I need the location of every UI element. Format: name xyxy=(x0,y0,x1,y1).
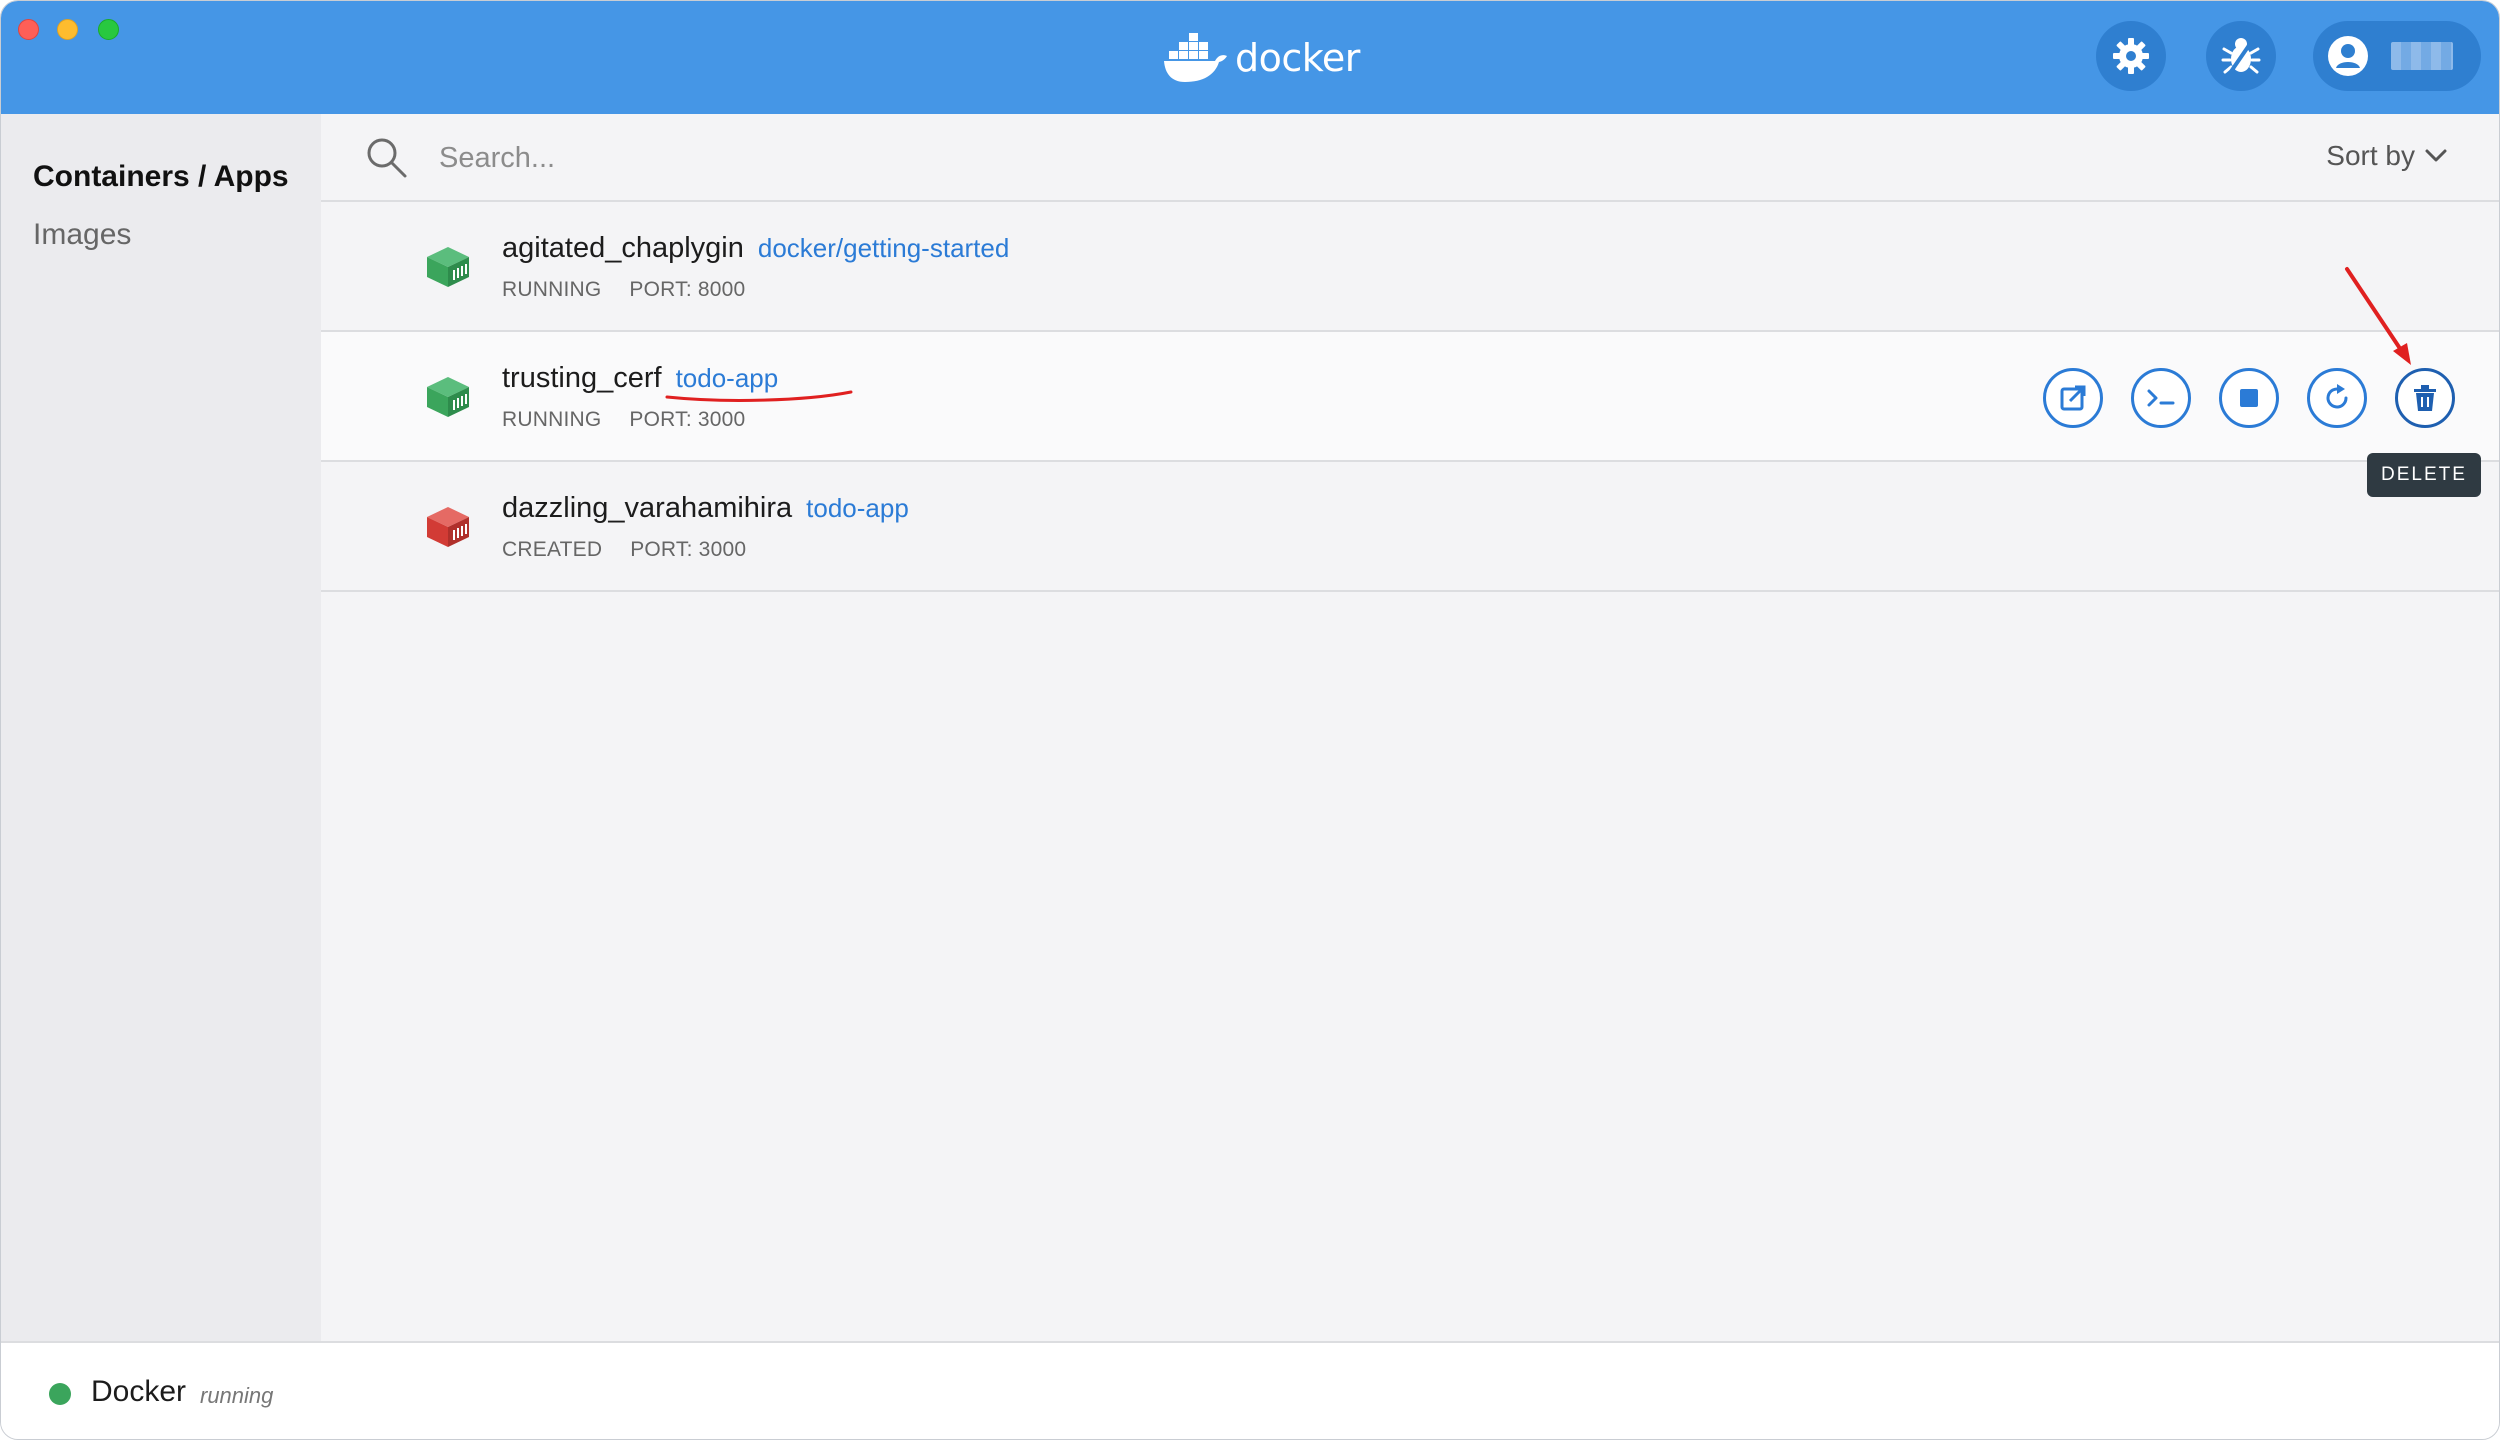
container-meta: CREATED PORT: 3000 xyxy=(502,538,746,562)
container-running-icon xyxy=(427,377,469,417)
open-in-browser-icon xyxy=(2060,385,2086,411)
gear-icon xyxy=(2113,38,2149,74)
container-status: CREATED xyxy=(502,538,603,561)
container-port: PORT: 8000 xyxy=(629,278,746,301)
sort-by-label: Sort by xyxy=(2326,140,2415,171)
container-name-text: trusting_cerf xyxy=(502,362,662,394)
docker-desktop-window: docker Containers / Apps Images Search..… xyxy=(0,0,2500,1440)
annotation-arrow xyxy=(2345,267,2411,365)
delete-button[interactable] xyxy=(2395,368,2455,428)
container-name: dazzling_varahamihira todo-app xyxy=(502,492,909,525)
troubleshoot-button[interactable] xyxy=(2206,21,2276,91)
docker-logo: docker xyxy=(1163,31,1360,85)
container-meta: RUNNING PORT: 3000 xyxy=(502,408,745,432)
container-name-text: dazzling_varahamihira xyxy=(502,492,793,524)
restart-button[interactable] xyxy=(2307,368,2367,428)
account-name-redacted xyxy=(2391,42,2453,70)
main-content: Sort by agitated_chaplygin docker/getting… xyxy=(321,114,2499,1341)
container-name-text: agitated_chaplygin xyxy=(502,232,744,264)
stop-button[interactable] xyxy=(2219,368,2279,428)
container-image-link[interactable]: docker/getting-started xyxy=(758,233,1009,263)
container-created-icon xyxy=(427,507,469,547)
container-name: agitated_chaplygin docker/getting-started xyxy=(502,232,1009,265)
title-bar: docker xyxy=(1,1,2499,114)
docker-status-indicator xyxy=(49,1383,71,1405)
container-row-dazzling-varahamihira[interactable]: dazzling_varahamihira todo-app CREATED POR… xyxy=(321,462,2499,592)
container-port: PORT: 3000 xyxy=(630,538,747,561)
user-icon xyxy=(2328,36,2368,76)
container-image-link[interactable]: todo-app xyxy=(806,493,909,523)
search-bar: Sort by xyxy=(321,114,2499,202)
docker-status-label[interactable]: Docker xyxy=(91,1375,186,1409)
search-icon xyxy=(367,138,407,178)
sort-by-dropdown[interactable]: Sort by xyxy=(2326,140,2447,172)
trash-icon xyxy=(2414,385,2436,411)
container-row-agitated-chaplygin[interactable]: agitated_chaplygin docker/getting-started… xyxy=(321,202,2499,332)
container-status: RUNNING xyxy=(502,408,602,431)
row-actions xyxy=(2015,368,2455,428)
container-row-trusting-cerf[interactable]: trusting_cerf todo-app RUNNING PORT: 3000 xyxy=(321,332,2499,462)
whale-icon xyxy=(1164,33,1227,82)
docker-status-state: running xyxy=(200,1383,274,1408)
minimize-window-button[interactable] xyxy=(57,19,78,40)
account-button[interactable] xyxy=(2313,21,2481,91)
annotation-underline xyxy=(665,390,853,402)
cli-icon xyxy=(2147,389,2175,407)
container-meta: RUNNING PORT: 8000 xyxy=(502,278,745,302)
container-port: PORT: 3000 xyxy=(629,408,746,431)
close-window-button[interactable] xyxy=(18,19,39,40)
settings-button[interactable] xyxy=(2096,21,2166,91)
status-footer: Docker running xyxy=(1,1341,2499,1439)
stop-icon xyxy=(2240,389,2258,407)
restart-icon xyxy=(2326,384,2348,409)
maximize-window-button[interactable] xyxy=(98,19,119,40)
docker-wordmark: docker xyxy=(1235,36,1360,80)
container-status: RUNNING xyxy=(502,278,602,301)
sidebar: Containers / Apps Images xyxy=(1,114,321,1341)
cli-button[interactable] xyxy=(2131,368,2191,428)
container-running-icon xyxy=(427,247,469,287)
delete-tooltip: DELETE xyxy=(2367,453,2481,497)
search-input[interactable] xyxy=(439,132,1939,184)
sidebar-item-images[interactable]: Images xyxy=(33,218,131,252)
open-in-browser-button[interactable] xyxy=(2043,368,2103,428)
sidebar-item-containers-apps[interactable]: Containers / Apps xyxy=(33,160,289,194)
bug-icon xyxy=(2221,38,2261,75)
chevron-down-icon xyxy=(2425,149,2447,162)
